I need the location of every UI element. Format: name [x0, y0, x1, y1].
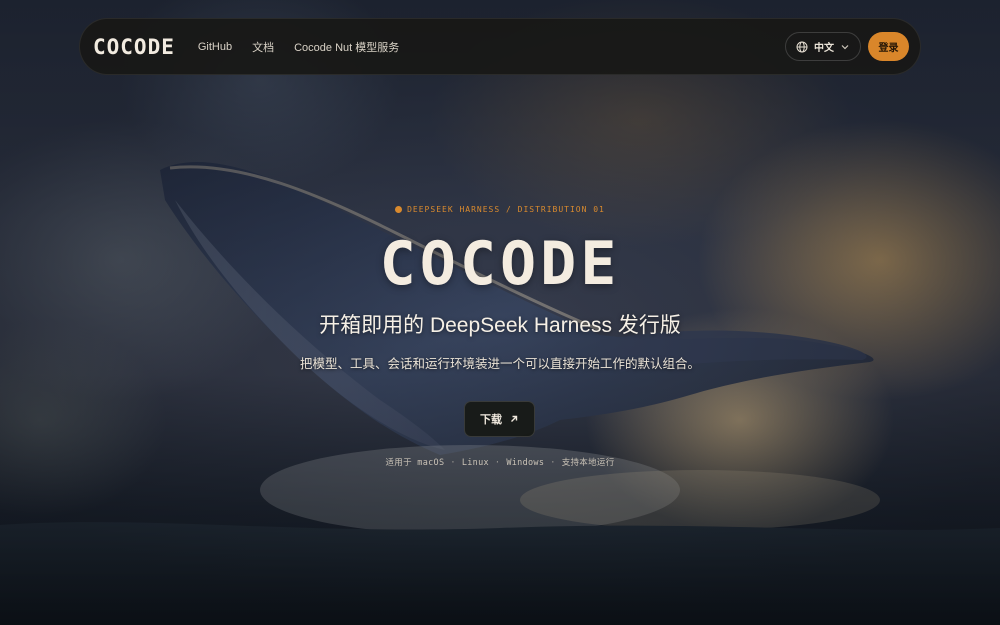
platform-linux: Linux — [461, 458, 489, 468]
download-button[interactable]: 下载 — [464, 401, 535, 437]
chevron-down-icon — [841, 44, 849, 49]
hero-title: COCODE — [379, 229, 621, 299]
hero-subtitle: 开箱即用的 DeepSeek Harness 发行版 — [319, 314, 681, 337]
separator-dot: · — [550, 458, 556, 468]
top-navbar: COCODE GitHub 文档 Cocode Nut 模型服务 中文 登录 — [79, 18, 921, 75]
nav-link-docs[interactable]: 文档 — [252, 39, 274, 55]
language-selector[interactable]: 中文 — [785, 32, 861, 61]
platform-support: 适用于 macOS · Linux · Windows · 支持本地运行 — [0, 456, 1000, 468]
separator-dot: · — [494, 458, 501, 468]
download-label: 下载 — [480, 414, 502, 426]
globe-icon — [796, 41, 808, 52]
platform-local-run: 支持本地运行 — [561, 458, 615, 468]
platform-macos: 适用于 macOS — [385, 458, 445, 468]
login-button[interactable]: 登录 — [868, 32, 909, 61]
nav-link-model-service[interactable]: Cocode Nut 模型服务 — [294, 39, 399, 55]
separator-dot: · — [450, 458, 456, 468]
hero-description: 把模型、工具、会话和运行环境装进一个可以直接开始工作的默认组合。 — [299, 357, 700, 371]
brand-logo[interactable]: COCODE — [93, 35, 175, 59]
nav-link-github[interactable]: GitHub — [198, 41, 232, 53]
eyebrow-text: DEEPSEEK HARNESS / DISTRIBUTION 01 — [407, 205, 605, 214]
hero-eyebrow: DEEPSEEK HARNESS / DISTRIBUTION 01 — [0, 205, 1000, 214]
platform-windows: Windows — [506, 458, 545, 468]
arrow-up-right-icon — [511, 415, 518, 422]
language-label: 中文 — [814, 43, 834, 54]
eyebrow-dot-icon — [395, 206, 403, 213]
